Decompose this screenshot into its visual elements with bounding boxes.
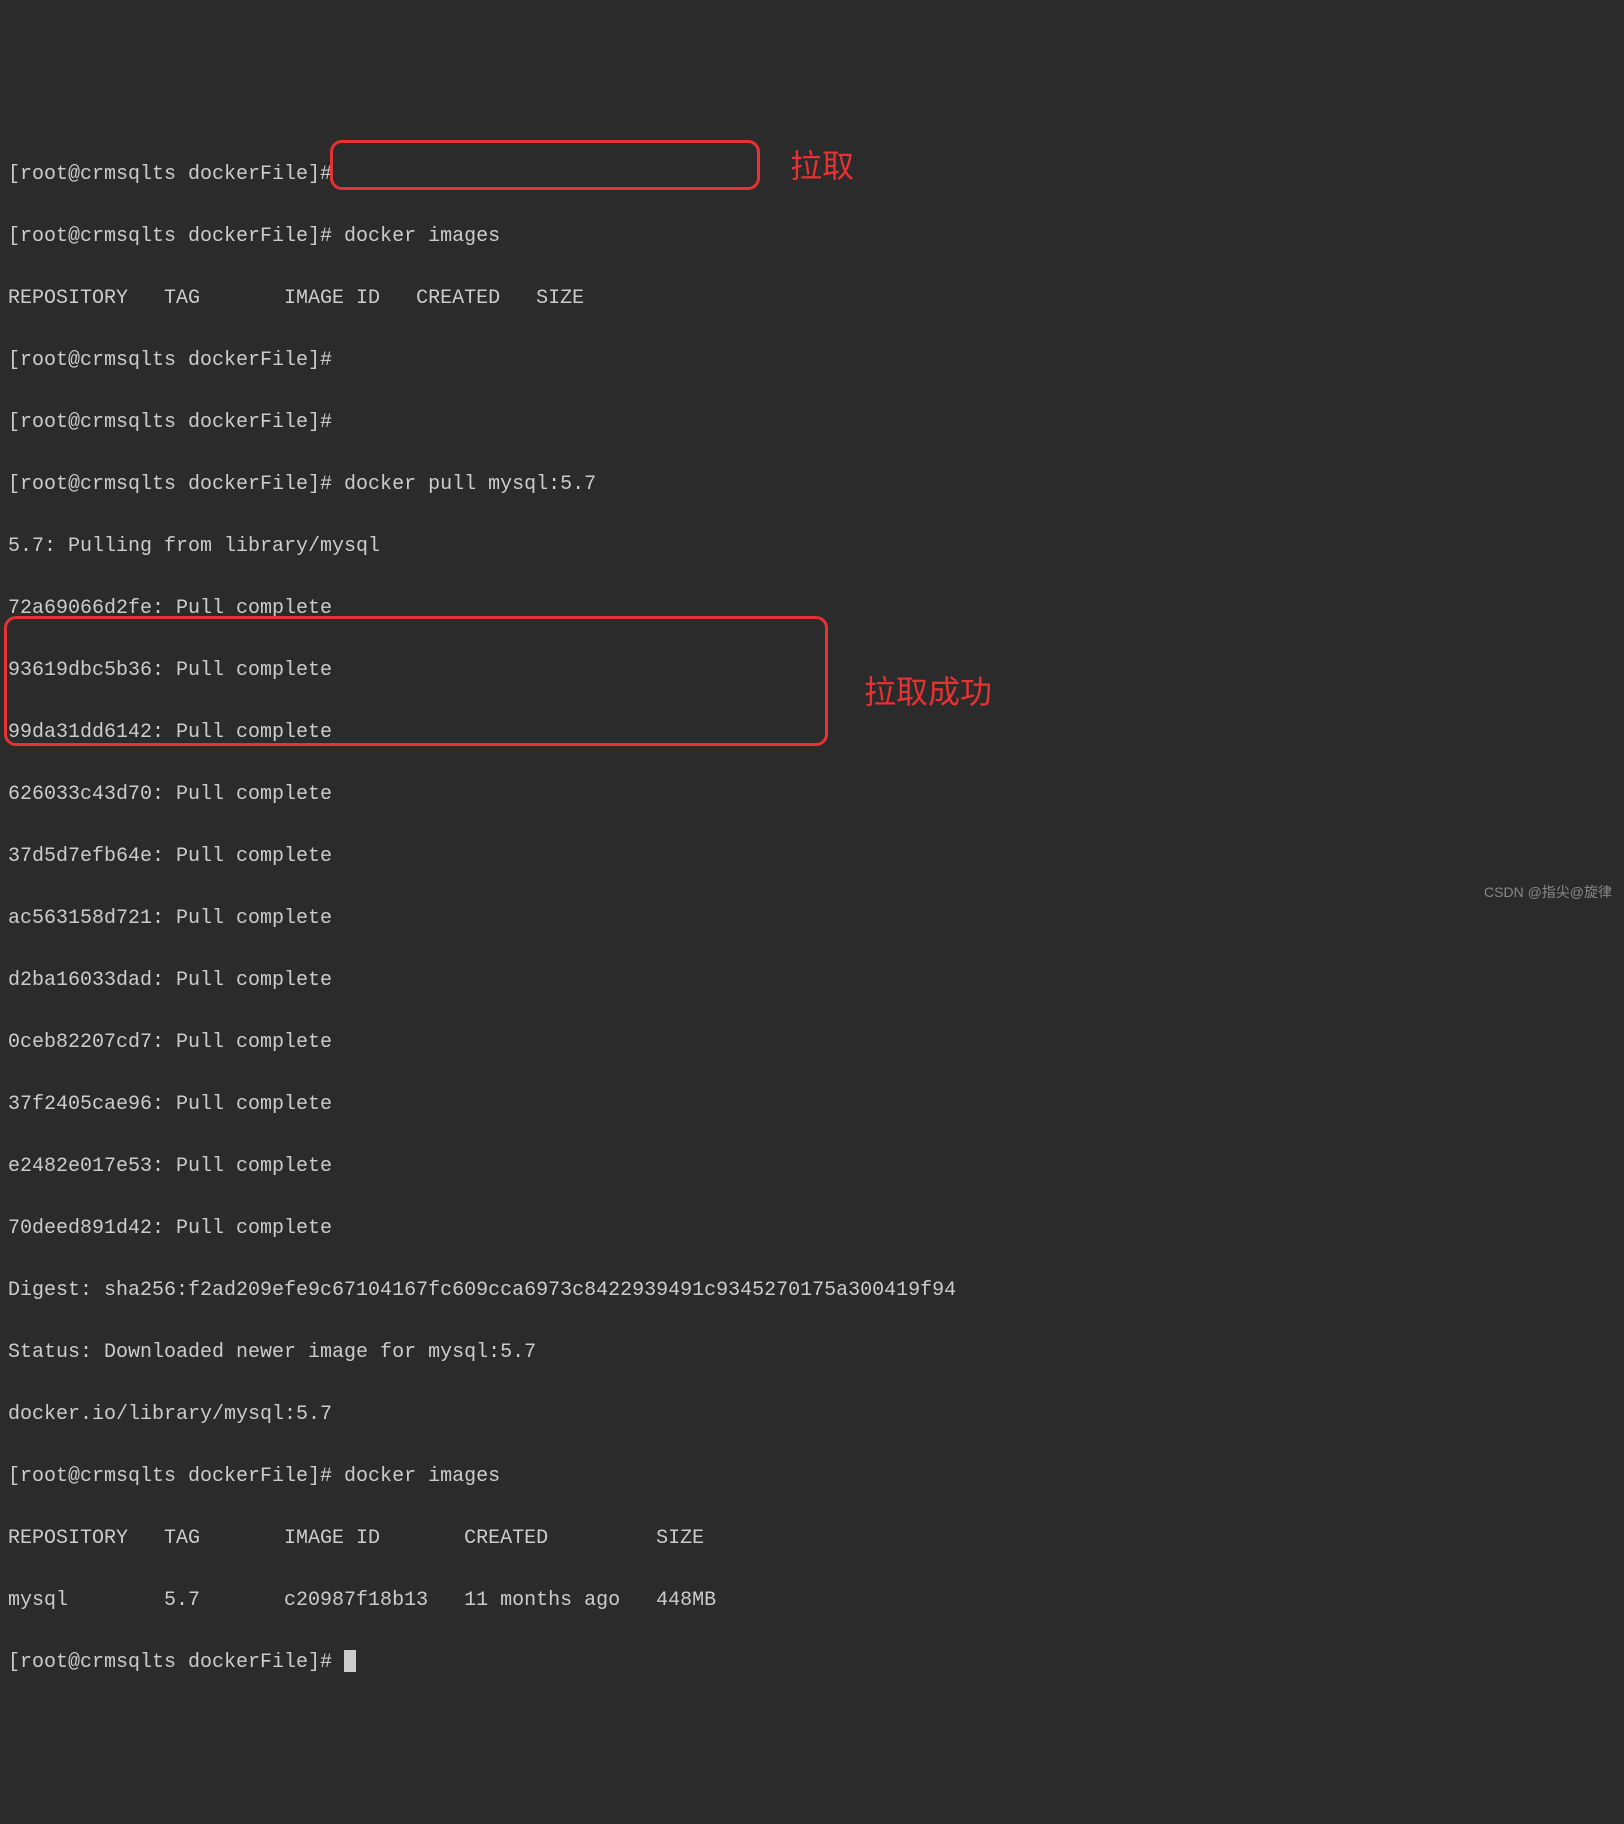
annotation-label-success: 拉取成功 — [864, 668, 992, 718]
terminal-line: ac563158d721: Pull complete — [8, 903, 1616, 934]
terminal-line: 70deed891d42: Pull complete — [8, 1213, 1616, 1244]
terminal-line: d2ba16033dad: Pull complete — [8, 965, 1616, 996]
terminal-line: 72a69066d2fe: Pull complete — [8, 593, 1616, 624]
cursor-icon — [344, 1650, 356, 1672]
terminal-line: 37d5d7efb64e: Pull complete — [8, 841, 1616, 872]
terminal-output[interactable]: [root@crmsqlts dockerFile]# [root@crmsql… — [8, 128, 1616, 1709]
terminal-line: REPOSITORY TAG IMAGE ID CREATED SIZE — [8, 1523, 1616, 1554]
terminal-line: 37f2405cae96: Pull complete — [8, 1089, 1616, 1120]
terminal-line: 99da31dd6142: Pull complete — [8, 717, 1616, 748]
terminal-line: mysql 5.7 c20987f18b13 11 months ago 448… — [8, 1585, 1616, 1616]
terminal-line: [root@crmsqlts dockerFile]# — [8, 407, 1616, 438]
terminal-line: 0ceb82207cd7: Pull complete — [8, 1027, 1616, 1058]
terminal-line: [root@crmsqlts dockerFile]# — [8, 345, 1616, 376]
terminal-line: 93619dbc5b36: Pull complete — [8, 655, 1616, 686]
terminal-line: e2482e017e53: Pull complete — [8, 1151, 1616, 1182]
annotation-label-pull: 拉取 — [790, 142, 854, 192]
terminal-line: docker.io/library/mysql:5.7 — [8, 1399, 1616, 1430]
terminal-line: Digest: sha256:f2ad209efe9c67104167fc609… — [8, 1275, 1616, 1306]
terminal-line: [root@crmsqlts dockerFile]# docker image… — [8, 1461, 1616, 1492]
terminal-line: [root@crmsqlts dockerFile]# docker pull … — [8, 469, 1616, 500]
terminal-line: 5.7: Pulling from library/mysql — [8, 531, 1616, 562]
watermark-text: CSDN @指尖@旋律 — [1484, 882, 1612, 904]
prompt-text: [root@crmsqlts dockerFile]# — [8, 1651, 344, 1674]
terminal-line-with-cursor: [root@crmsqlts dockerFile]# — [8, 1647, 1616, 1678]
terminal-line: [root@crmsqlts dockerFile]# docker image… — [8, 221, 1616, 252]
terminal-line: REPOSITORY TAG IMAGE ID CREATED SIZE — [8, 283, 1616, 314]
terminal-line: Status: Downloaded newer image for mysql… — [8, 1337, 1616, 1368]
terminal-line: 626033c43d70: Pull complete — [8, 779, 1616, 810]
